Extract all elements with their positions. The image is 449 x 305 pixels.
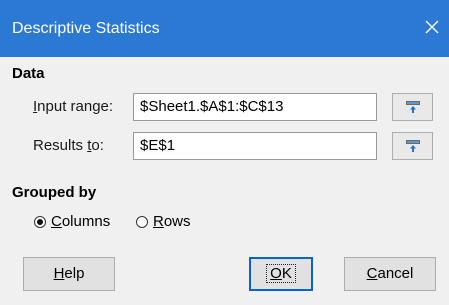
radio-columns-indicator[interactable] bbox=[34, 216, 46, 228]
input-range-shrink-button[interactable] bbox=[392, 93, 433, 121]
input-range-label: Input range: bbox=[33, 98, 113, 115]
radio-rows-indicator[interactable] bbox=[136, 216, 148, 228]
help-button[interactable]: Help bbox=[23, 257, 115, 291]
input-range-label-text: nput range: bbox=[37, 98, 114, 115]
close-icon[interactable] bbox=[419, 14, 445, 40]
dialog-title: Descriptive Statistics bbox=[12, 20, 160, 37]
results-to-label: Results to: bbox=[33, 137, 104, 154]
shrink-icon bbox=[406, 101, 420, 113]
help-mnemonic: H bbox=[53, 265, 65, 282]
data-section-heading: Data bbox=[12, 65, 45, 82]
radio-columns-label[interactable]: Columns bbox=[51, 213, 110, 230]
ok-mnemonic: O bbox=[270, 265, 282, 282]
cancel-label: ancel bbox=[377, 265, 414, 282]
title-bar: Descriptive Statistics bbox=[0, 0, 449, 57]
dialog-body: Data Input range: $Sheet1.$A$1:$C$13 Res… bbox=[0, 57, 449, 305]
shrink-icon bbox=[406, 140, 420, 152]
results-to-label-tail: o: bbox=[91, 137, 104, 154]
ok-label: K bbox=[281, 265, 292, 282]
results-to-label-text: Results bbox=[33, 137, 88, 154]
radio-columns[interactable]: Columns bbox=[34, 213, 124, 233]
radio-columns-label-text: olumns bbox=[61, 213, 111, 230]
ok-button[interactable]: OK bbox=[249, 257, 313, 291]
results-to-field[interactable]: $E$1 bbox=[133, 132, 377, 160]
grouped-by-heading: Grouped by bbox=[12, 184, 97, 201]
results-to-shrink-button[interactable] bbox=[392, 132, 433, 160]
radio-rows-mnemonic: R bbox=[153, 213, 164, 230]
radio-columns-mnemonic: C bbox=[51, 213, 62, 230]
radio-rows-label[interactable]: Rows bbox=[153, 213, 191, 230]
cancel-button[interactable]: Cancel bbox=[344, 257, 436, 291]
ok-focus-rect: OK bbox=[266, 264, 296, 283]
cancel-mnemonic: C bbox=[366, 265, 378, 282]
radio-rows-label-text: ows bbox=[163, 213, 191, 230]
radio-rows[interactable]: Rows bbox=[136, 213, 206, 233]
help-label: elp bbox=[64, 265, 85, 282]
input-range-field[interactable]: $Sheet1.$A$1:$C$13 bbox=[133, 93, 377, 121]
